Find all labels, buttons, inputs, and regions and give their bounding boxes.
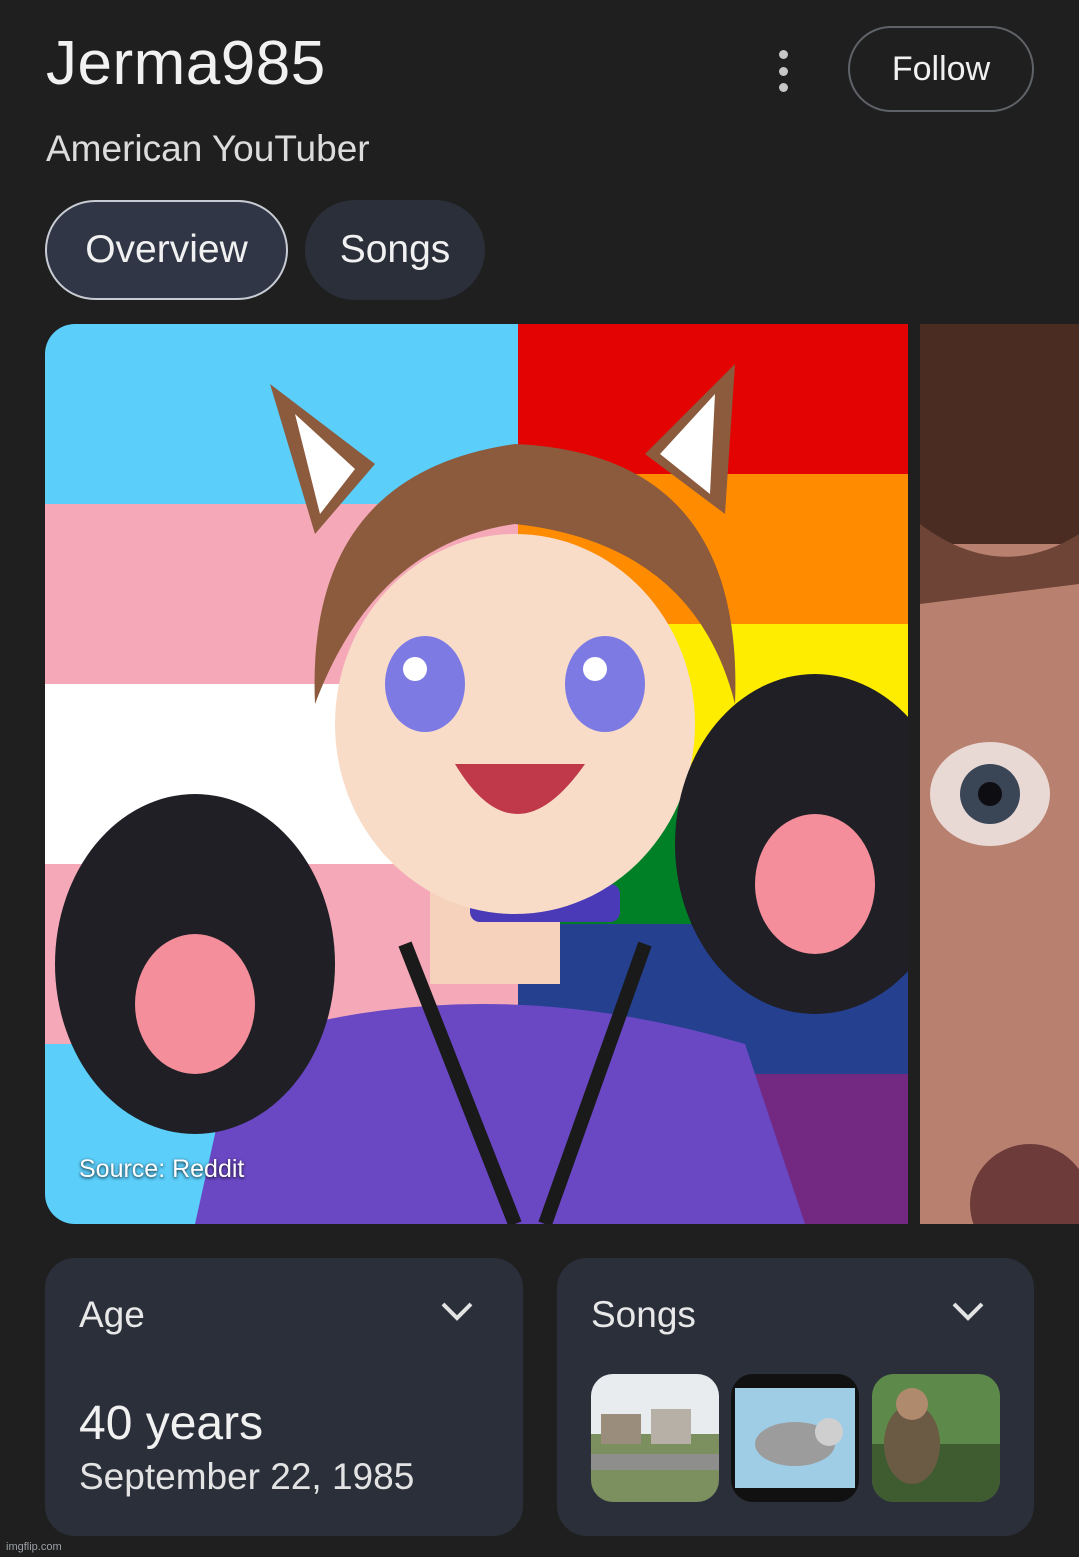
age-card-title: Age: [79, 1294, 145, 1335]
more-vert-icon[interactable]: [770, 50, 796, 92]
age-card[interactable]: Age 40 years September 22, 1985: [45, 1258, 523, 1536]
birth-date: September 22, 1985: [79, 1456, 415, 1497]
image-source-label: Source: Reddit: [79, 1155, 245, 1183]
songs-card-title: Songs: [591, 1294, 696, 1335]
song-thumbnail[interactable]: [731, 1374, 859, 1502]
chevron-down-icon[interactable]: [439, 1296, 475, 1326]
street-photo: [591, 1374, 719, 1502]
tab-songs[interactable]: Songs: [305, 200, 485, 300]
entity-subtitle: American YouTuber: [46, 128, 370, 169]
tab-overview[interactable]: Overview: [45, 200, 288, 300]
song-thumbnail[interactable]: [591, 1374, 719, 1502]
page-title: Jerma985: [46, 29, 326, 98]
follow-button[interactable]: Follow: [848, 26, 1034, 112]
songs-card[interactable]: Songs: [557, 1258, 1034, 1536]
song-thumbnail[interactable]: [872, 1374, 1000, 1502]
gallery-image-secondary[interactable]: [920, 324, 1079, 1224]
face-closeup-photo: [920, 324, 1079, 1224]
opossum-image: [731, 1374, 859, 1502]
chevron-down-icon[interactable]: [950, 1296, 986, 1326]
gallery-image-main[interactable]: Source: Reddit: [45, 324, 908, 1224]
soldier-image: [872, 1374, 1000, 1502]
anime-illustration: [45, 324, 908, 1224]
age-value: 40 years: [79, 1397, 264, 1450]
watermark: imgflip.com: [6, 1541, 62, 1553]
